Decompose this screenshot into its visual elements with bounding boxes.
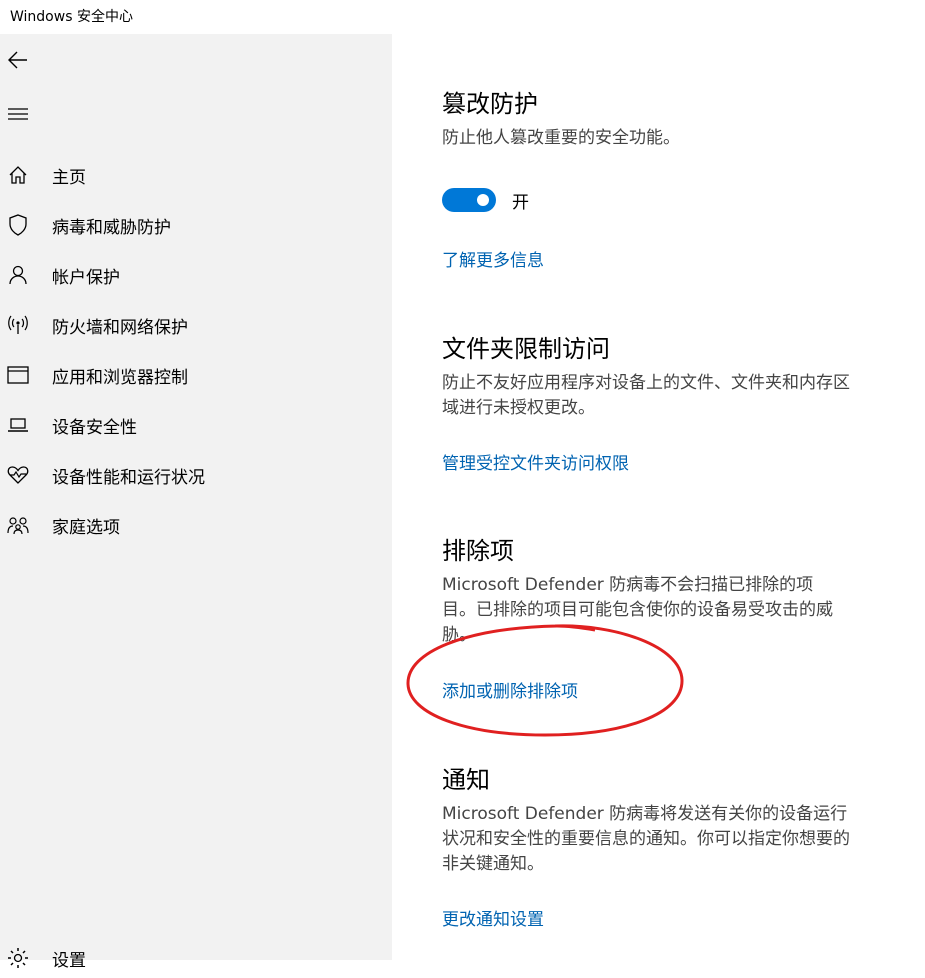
sidebar-item-label: 应用和浏览器控制 <box>52 367 188 388</box>
exclusions-section: 排除项 Microsoft Defender 防病毒不会扫描已排除的项目。已排除… <box>442 535 872 648</box>
sidebar-item-label: 主页 <box>52 167 86 188</box>
manage-folder-access-link[interactable]: 管理受控文件夹访问权限 <box>442 449 629 474</box>
back-arrow-icon <box>8 51 27 69</box>
add-remove-exclusions-link[interactable]: 添加或删除排除项 <box>442 677 578 702</box>
section-title: 通知 <box>442 766 490 794</box>
laptop-icon <box>6 413 30 437</box>
section-description: Microsoft Defender 防病毒不会扫描已排除的项目。已排除的项目可… <box>442 575 833 645</box>
sidebar-item-label: 设备安全性 <box>52 417 137 438</box>
section-description: 防止他人篡改重要的安全功能。 <box>442 128 680 148</box>
sidebar-item-account-protection[interactable]: 帐户保护 <box>0 255 392 295</box>
shield-icon <box>6 213 30 237</box>
section-description: Microsoft Defender 防病毒将发送有关你的设备运行状况和安全性的… <box>442 804 850 874</box>
person-icon <box>6 263 30 287</box>
app-window-icon <box>6 363 30 387</box>
family-icon <box>6 513 30 537</box>
sidebar-item-label: 防火墙和网络保护 <box>52 317 188 338</box>
notifications-section: 通知 Microsoft Defender 防病毒将发送有关你的设备运行状况和安… <box>442 764 872 877</box>
main-content: 篡改防护 防止他人篡改重要的安全功能。 开 了解更多信息 文件夹限制访问 防止不… <box>392 0 925 960</box>
sidebar-item-family-options[interactable]: 家庭选项 <box>0 505 392 545</box>
hamburger-menu-icon <box>8 108 28 120</box>
section-title: 排除项 <box>442 537 514 565</box>
heart-pulse-icon <box>6 463 30 487</box>
sidebar-item-label: 设备性能和运行状况 <box>52 467 205 488</box>
antenna-icon <box>6 313 30 337</box>
menu-button[interactable] <box>0 96 36 132</box>
learn-more-link[interactable]: 了解更多信息 <box>442 246 544 271</box>
sidebar-item-home[interactable]: 主页 <box>0 155 392 195</box>
section-title: 文件夹限制访问 <box>442 335 610 363</box>
back-button[interactable] <box>0 42 36 78</box>
sidebar-item-settings[interactable]: 设置 <box>0 938 392 978</box>
sidebar-item-app-browser-control[interactable]: 应用和浏览器控制 <box>0 355 392 395</box>
toggle-state-label: 开 <box>512 192 529 213</box>
sidebar-item-device-performance[interactable]: 设备性能和运行状况 <box>0 455 392 495</box>
sidebar: 主页 病毒和威胁防护 帐户保护 防火墙和网络保护 应用和浏览器控制 设备安全性 … <box>0 34 392 971</box>
toggle-knob <box>477 194 489 206</box>
sidebar-item-virus-protection[interactable]: 病毒和威胁防护 <box>0 205 392 245</box>
sidebar-item-label: 家庭选项 <box>52 517 120 538</box>
window-title: Windows 安全中心 <box>10 9 133 25</box>
gear-icon <box>6 946 30 970</box>
section-description: 防止不友好应用程序对设备上的文件、文件夹和内存区域进行未授权更改。 <box>442 373 850 418</box>
folder-access-section: 文件夹限制访问 防止不友好应用程序对设备上的文件、文件夹和内存区域进行未授权更改… <box>442 333 872 421</box>
change-notification-settings-link[interactable]: 更改通知设置 <box>442 905 544 930</box>
home-icon <box>6 163 30 187</box>
title-bar: Windows 安全中心 <box>0 0 392 34</box>
tamper-protection-section: 篡改防护 防止他人篡改重要的安全功能。 <box>442 88 872 151</box>
tamper-protection-toggle[interactable] <box>442 188 496 212</box>
sidebar-item-device-security[interactable]: 设备安全性 <box>0 405 392 445</box>
sidebar-item-label: 帐户保护 <box>52 267 120 288</box>
sidebar-item-label: 病毒和威胁防护 <box>52 217 171 238</box>
sidebar-item-label: 设置 <box>52 950 86 971</box>
section-title: 篡改防护 <box>442 90 538 118</box>
tamper-toggle-row: 开 <box>442 187 529 213</box>
sidebar-item-firewall[interactable]: 防火墙和网络保护 <box>0 305 392 345</box>
